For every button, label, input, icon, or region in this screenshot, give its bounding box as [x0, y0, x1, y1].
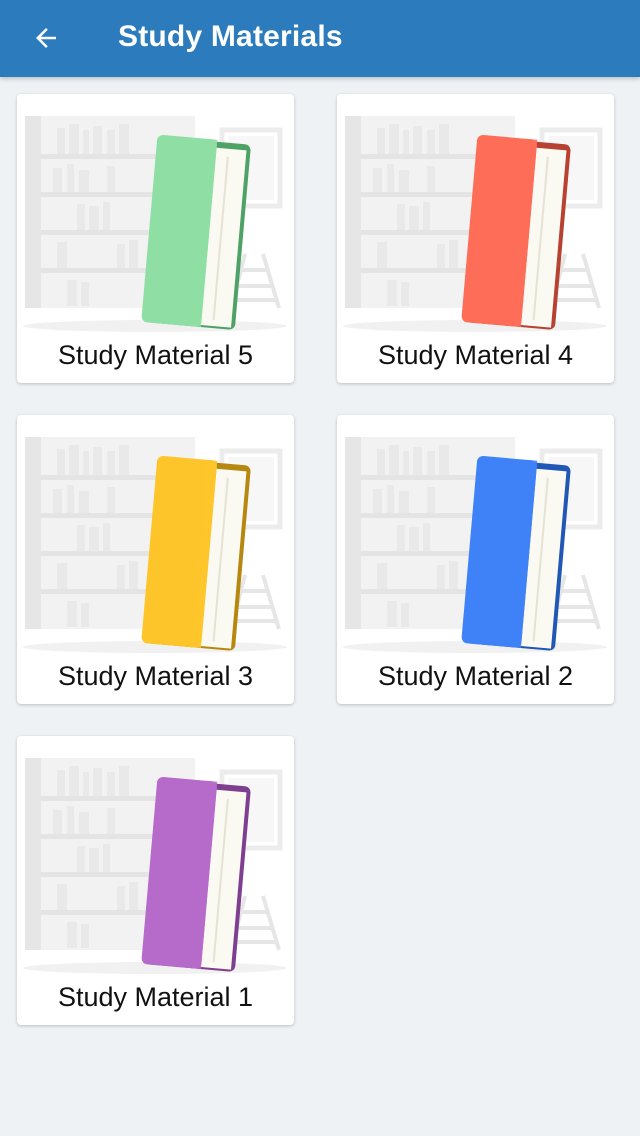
- material-card-label: Study Material 2: [377, 661, 574, 691]
- page-title: Study Materials: [118, 20, 343, 53]
- material-card-label: Study Material 1: [57, 982, 254, 1012]
- material-card[interactable]: Study Material 2: [337, 415, 614, 704]
- arrow-left-icon: [36, 28, 56, 48]
- material-card[interactable]: Study Material 3: [17, 415, 294, 704]
- book-icon: [343, 116, 607, 332]
- book-icon: [23, 758, 287, 974]
- material-card[interactable]: Study Material 4: [337, 94, 614, 383]
- material-card-label: Study Material 3: [57, 661, 254, 691]
- material-card-label: Study Material 4: [377, 340, 574, 370]
- app-bar: Study Materials: [0, 0, 640, 77]
- book-icon: [343, 437, 607, 653]
- material-card-label: Study Material 5: [57, 340, 254, 370]
- material-card[interactable]: Study Material 5: [17, 94, 294, 383]
- book-icon: [23, 116, 287, 332]
- material-card[interactable]: Study Material 1: [17, 736, 294, 1025]
- book-icon: [23, 437, 287, 653]
- back-button[interactable]: [20, 12, 72, 64]
